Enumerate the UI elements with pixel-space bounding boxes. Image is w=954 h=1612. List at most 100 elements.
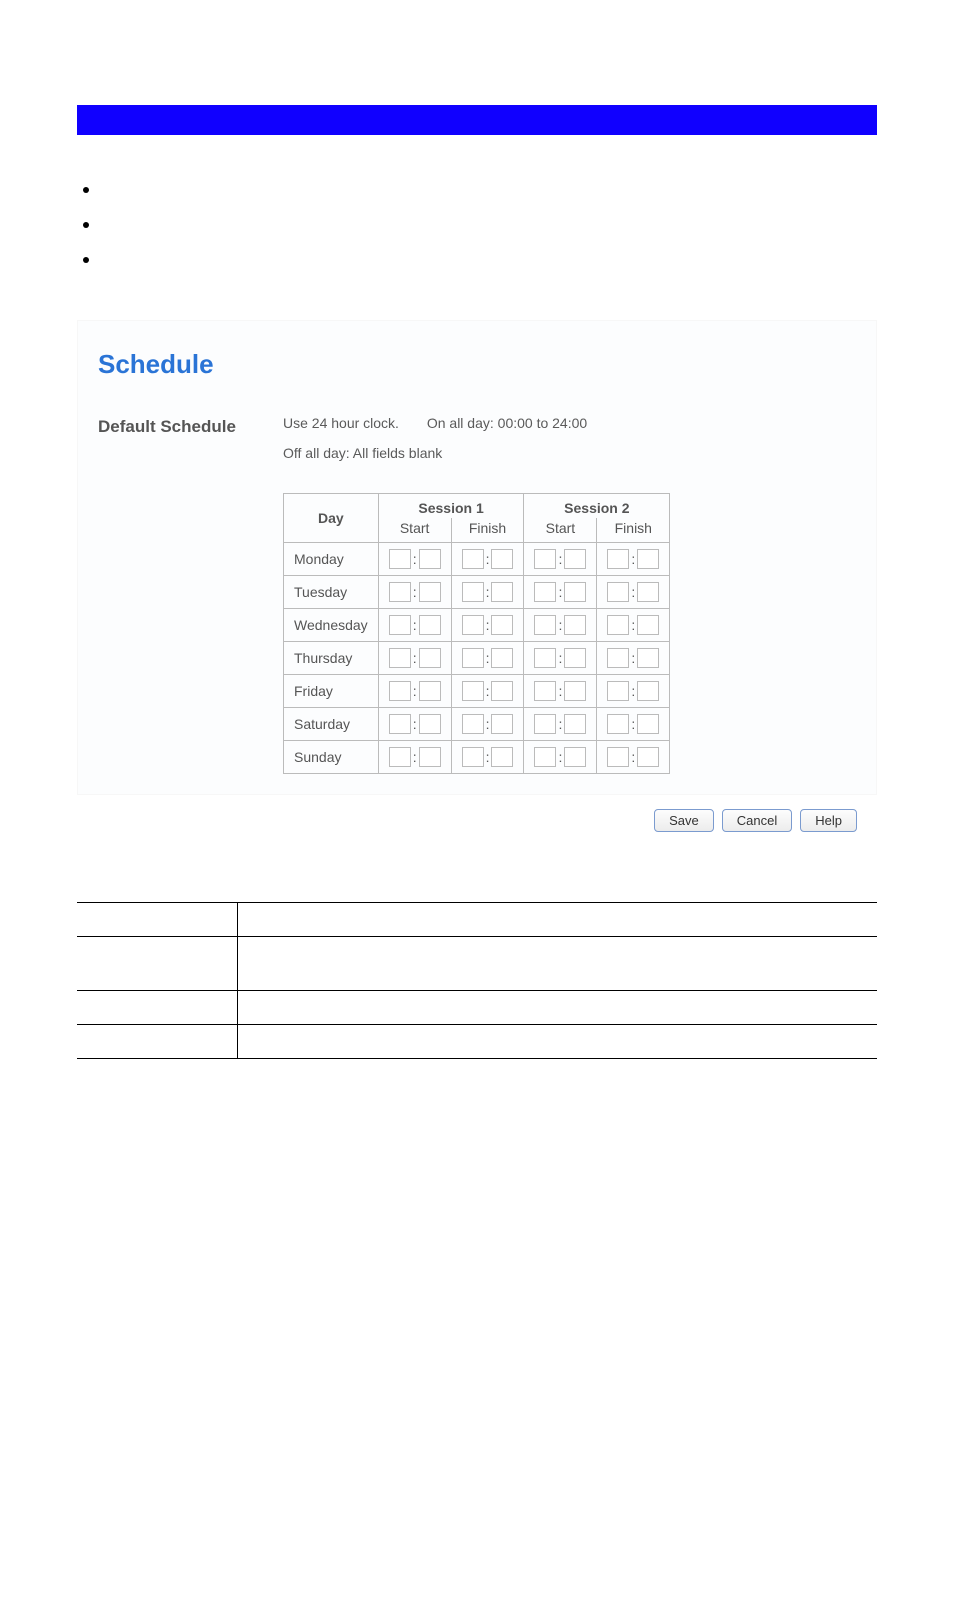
colon: : bbox=[631, 650, 635, 666]
hour-input[interactable] bbox=[534, 549, 556, 569]
minute-input[interactable] bbox=[637, 615, 659, 635]
day-cell: Friday bbox=[284, 675, 379, 708]
hour-input[interactable] bbox=[607, 549, 629, 569]
minute-input[interactable] bbox=[637, 681, 659, 701]
minute-input[interactable] bbox=[419, 747, 441, 767]
hint-off: Off all day: All fields blank bbox=[283, 445, 587, 461]
colon: : bbox=[631, 617, 635, 633]
minute-input[interactable] bbox=[564, 549, 586, 569]
hour-input[interactable] bbox=[389, 549, 411, 569]
minute-input[interactable] bbox=[564, 582, 586, 602]
panel-title: Schedule bbox=[98, 349, 856, 380]
hour-input[interactable] bbox=[462, 648, 484, 668]
hour-input[interactable] bbox=[534, 714, 556, 734]
minute-input[interactable] bbox=[419, 648, 441, 668]
colon: : bbox=[631, 551, 635, 567]
day-cell: Thursday bbox=[284, 642, 379, 675]
minute-input[interactable] bbox=[491, 615, 513, 635]
hour-input[interactable] bbox=[607, 747, 629, 767]
minute-input[interactable] bbox=[419, 681, 441, 701]
finish-label: Finish bbox=[597, 518, 670, 543]
hour-input[interactable] bbox=[462, 549, 484, 569]
hour-input[interactable] bbox=[607, 582, 629, 602]
minute-input[interactable] bbox=[564, 714, 586, 734]
session1-finish-cell: : bbox=[451, 675, 524, 708]
session1-start-cell: : bbox=[378, 675, 451, 708]
session2-finish-cell: : bbox=[597, 675, 670, 708]
minute-input[interactable] bbox=[491, 549, 513, 569]
hour-input[interactable] bbox=[534, 681, 556, 701]
colon: : bbox=[413, 716, 417, 732]
finish-label: Finish bbox=[451, 518, 524, 543]
hour-input[interactable] bbox=[389, 747, 411, 767]
hour-input[interactable] bbox=[607, 615, 629, 635]
header-bar bbox=[77, 105, 877, 135]
hour-input[interactable] bbox=[534, 648, 556, 668]
hour-input[interactable] bbox=[389, 615, 411, 635]
hour-input[interactable] bbox=[462, 582, 484, 602]
minute-input[interactable] bbox=[564, 648, 586, 668]
minute-input[interactable] bbox=[637, 648, 659, 668]
minute-input[interactable] bbox=[419, 549, 441, 569]
minute-input[interactable] bbox=[491, 582, 513, 602]
bullet-list bbox=[77, 185, 877, 290]
session1-start-cell: : bbox=[378, 708, 451, 741]
session1-start-cell: : bbox=[378, 741, 451, 774]
colon: : bbox=[631, 683, 635, 699]
hour-input[interactable] bbox=[462, 681, 484, 701]
minute-input[interactable] bbox=[637, 582, 659, 602]
minute-input[interactable] bbox=[491, 714, 513, 734]
minute-input[interactable] bbox=[491, 681, 513, 701]
minute-input[interactable] bbox=[564, 615, 586, 635]
hour-input[interactable] bbox=[389, 714, 411, 734]
day-cell: Saturday bbox=[284, 708, 379, 741]
colon: : bbox=[486, 749, 490, 765]
minute-input[interactable] bbox=[491, 648, 513, 668]
colon: : bbox=[558, 650, 562, 666]
hour-input[interactable] bbox=[462, 714, 484, 734]
minute-input[interactable] bbox=[491, 747, 513, 767]
hour-input[interactable] bbox=[607, 681, 629, 701]
minute-input[interactable] bbox=[564, 747, 586, 767]
hour-input[interactable] bbox=[607, 714, 629, 734]
session2-start-cell: : bbox=[524, 741, 597, 774]
minute-input[interactable] bbox=[564, 681, 586, 701]
session2-start-cell: : bbox=[524, 675, 597, 708]
schedule-row: Thursday:::: bbox=[284, 642, 670, 675]
minute-input[interactable] bbox=[419, 714, 441, 734]
bullet-item bbox=[77, 255, 877, 290]
colon: : bbox=[558, 584, 562, 600]
colon: : bbox=[486, 551, 490, 567]
hour-input[interactable] bbox=[389, 648, 411, 668]
colon: : bbox=[486, 683, 490, 699]
session2-start-cell: : bbox=[524, 708, 597, 741]
session2-finish-cell: : bbox=[597, 708, 670, 741]
session1-start-cell: : bbox=[378, 576, 451, 609]
hint-on: On all day: 00:00 to 24:00 bbox=[427, 415, 587, 431]
hour-input[interactable] bbox=[389, 681, 411, 701]
session2-finish-cell: : bbox=[597, 609, 670, 642]
colon: : bbox=[413, 749, 417, 765]
colon: : bbox=[413, 551, 417, 567]
day-cell: Wednesday bbox=[284, 609, 379, 642]
hour-input[interactable] bbox=[462, 615, 484, 635]
hour-input[interactable] bbox=[534, 582, 556, 602]
minute-input[interactable] bbox=[637, 747, 659, 767]
help-button[interactable]: Help bbox=[800, 809, 857, 832]
hour-input[interactable] bbox=[534, 615, 556, 635]
hour-input[interactable] bbox=[462, 747, 484, 767]
colon: : bbox=[558, 551, 562, 567]
hint-clock: Use 24 hour clock. bbox=[283, 415, 399, 431]
minute-input[interactable] bbox=[419, 582, 441, 602]
save-button[interactable]: Save bbox=[654, 809, 714, 832]
colon: : bbox=[558, 749, 562, 765]
minute-input[interactable] bbox=[637, 549, 659, 569]
hour-input[interactable] bbox=[607, 648, 629, 668]
minute-input[interactable] bbox=[637, 714, 659, 734]
cancel-button[interactable]: Cancel bbox=[722, 809, 792, 832]
hour-input[interactable] bbox=[534, 747, 556, 767]
colon: : bbox=[631, 749, 635, 765]
day-cell: Sunday bbox=[284, 741, 379, 774]
hour-input[interactable] bbox=[389, 582, 411, 602]
minute-input[interactable] bbox=[419, 615, 441, 635]
